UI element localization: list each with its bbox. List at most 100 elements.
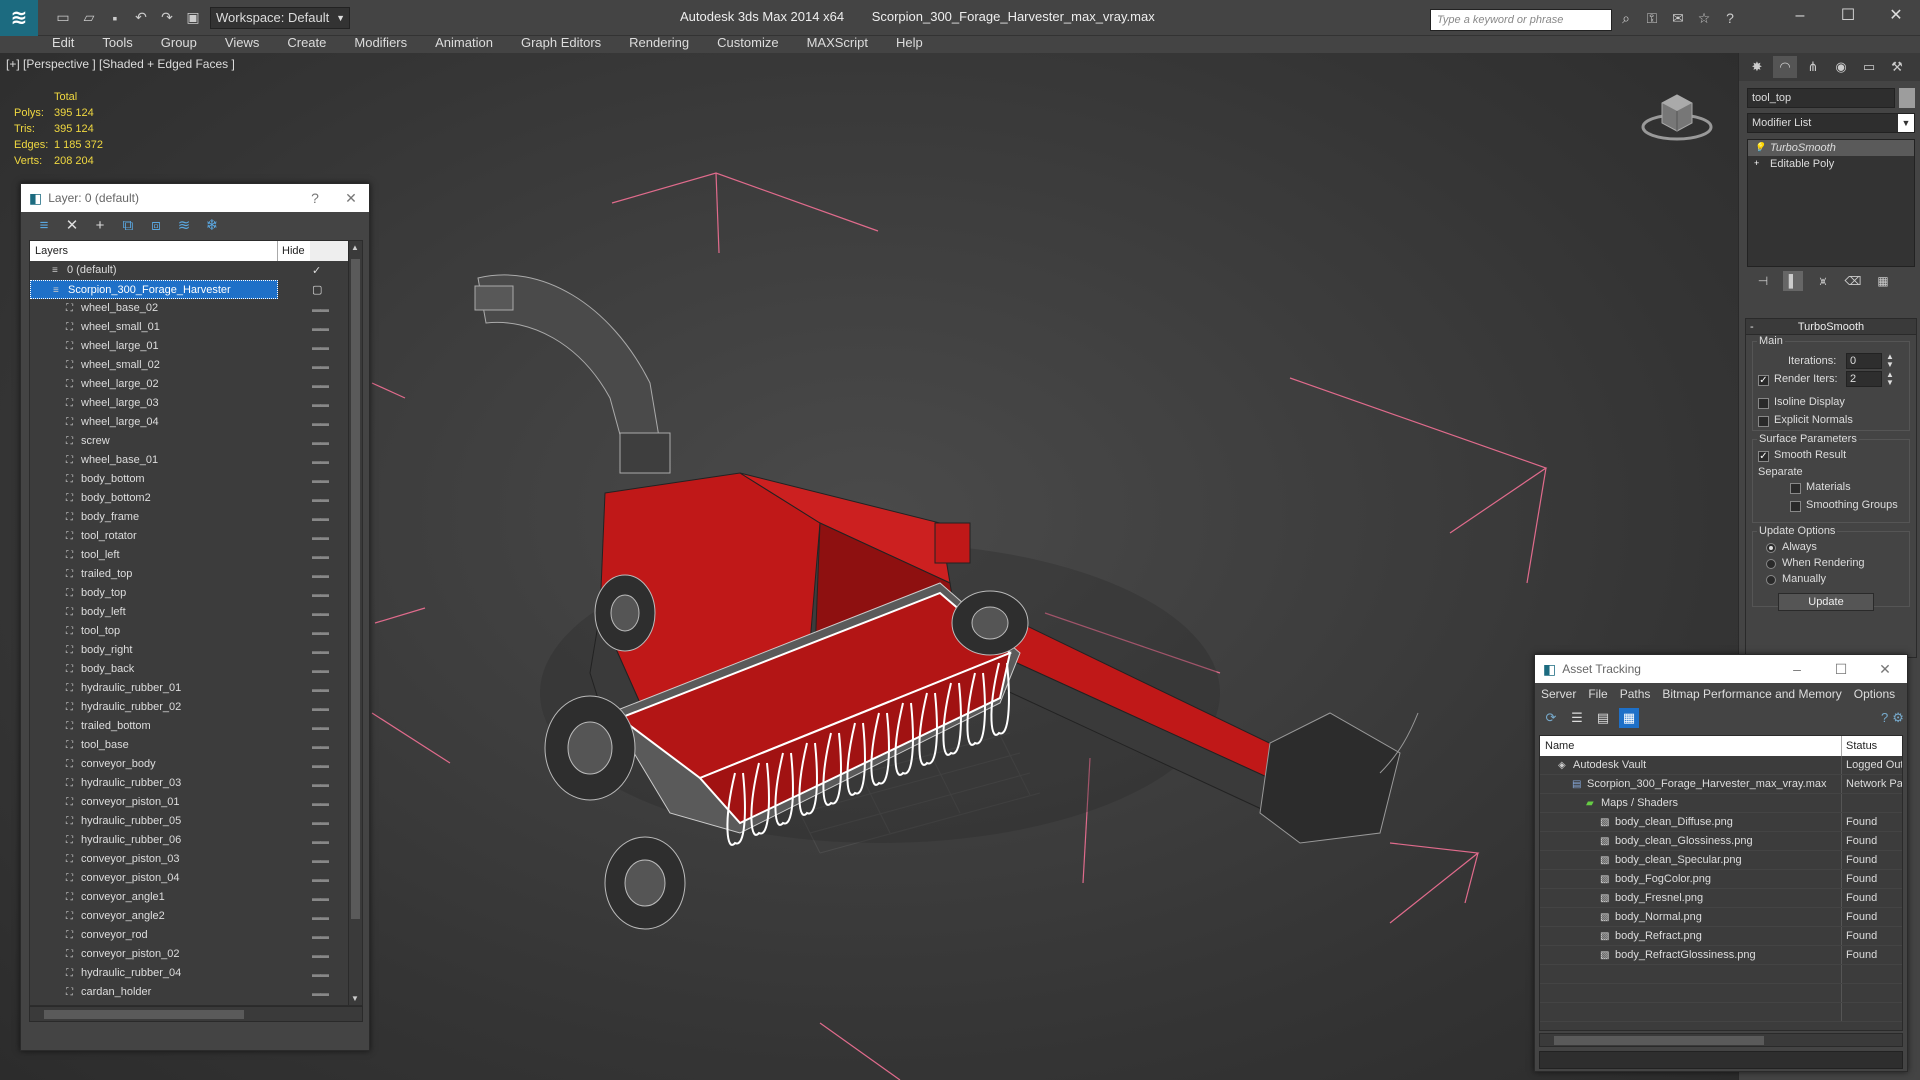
menu-group[interactable]: Group <box>147 35 211 50</box>
object-row[interactable]: ⛶ wheel_large_01 ▬▬ <box>30 337 362 356</box>
highlight-layer-icon[interactable]: ⧈ <box>145 215 167 237</box>
hide-toggle[interactable]: ▬▬ <box>312 570 329 580</box>
hide-toggle[interactable]: ▬▬ <box>312 380 329 390</box>
select-objects-icon[interactable]: ⧉ <box>117 215 139 237</box>
asset-dialog-titlebar[interactable]: ◧ Asset Tracking – ☐ ✕ <box>1535 655 1907 683</box>
hide-toggle[interactable]: ▬▬ <box>312 418 329 428</box>
object-row[interactable]: ⛶ conveyor_piston_02 ▬▬ <box>30 945 362 964</box>
asset-row[interactable]: ▧ body_FogColor.png Found <box>1540 870 1902 889</box>
col-layers[interactable]: Layers <box>30 241 278 261</box>
viewport-label[interactable]: [+] [Perspective ] [Shaded + Edged Faces… <box>6 57 235 71</box>
hide-toggle[interactable]: ▬▬ <box>312 912 329 922</box>
asset-row[interactable]: ▧ body_clean_Glossiness.png Found <box>1540 832 1902 851</box>
hierarchy-tab-icon[interactable]: ⋔ <box>1801 56 1825 78</box>
object-row[interactable]: ⛶ body_bottom ▬▬ <box>30 470 362 489</box>
hide-toggle[interactable]: ▬▬ <box>312 760 329 770</box>
menu-graph-editors[interactable]: Graph Editors <box>507 35 615 50</box>
hide-toggle[interactable]: ▬▬ <box>312 836 329 846</box>
render-iters-spinner[interactable]: 2 <box>1846 371 1882 387</box>
binoculars-icon[interactable]: ⌕ <box>1616 10 1636 30</box>
modifier-stack[interactable]: 💡 TurboSmooth + Editable Poly <box>1747 139 1915 267</box>
freeze-all-icon[interactable]: ❄ <box>201 215 223 237</box>
thumbnail-view-icon[interactable]: ▤ <box>1593 708 1613 728</box>
search-input[interactable]: Type a keyword or phrase <box>1430 9 1612 31</box>
object-row[interactable]: ⛶ conveyor_piston_01 ▬▬ <box>30 793 362 812</box>
object-row[interactable]: ⛶ hydraulic_rubber_06 ▬▬ <box>30 831 362 850</box>
viewcube-icon[interactable] <box>1640 83 1714 143</box>
asset-row[interactable]: ◈ Autodesk Vault Logged Out <box>1540 756 1902 775</box>
scroll-down-icon[interactable]: ▼ <box>351 994 359 1003</box>
manually-radio[interactable] <box>1766 575 1776 585</box>
object-row[interactable]: ⛶ tool_top ▬▬ <box>30 622 362 641</box>
object-row[interactable]: ⛶ conveyor_rod ▬▬ <box>30 926 362 945</box>
layer-row[interactable]: ≡ 0 (default) ✓ <box>30 261 362 280</box>
update-button[interactable]: Update <box>1778 593 1874 611</box>
asset-menu-paths[interactable]: Paths <box>1614 687 1657 701</box>
object-row[interactable]: ⛶ trailed_top ▬▬ <box>30 565 362 584</box>
object-color-swatch[interactable] <box>1899 88 1915 108</box>
hide-toggle[interactable]: ▬▬ <box>312 627 329 637</box>
layer-vertical-scrollbar[interactable]: ▲ ▼ <box>348 241 362 1005</box>
menu-maxscript[interactable]: MAXScript <box>793 35 882 50</box>
hide-toggle[interactable]: ▬▬ <box>312 361 329 371</box>
materials-checkbox[interactable] <box>1790 483 1801 494</box>
layer-row[interactable]: ≡ Scorpion_300_Forage_Harvester ▢ <box>30 280 362 299</box>
layer-horizontal-scrollbar[interactable] <box>29 1006 363 1022</box>
asset-row[interactable]: ▧ body_clean_Specular.png Found <box>1540 851 1902 870</box>
scroll-thumb[interactable] <box>351 259 360 919</box>
asset-row[interactable]: ▧ body_Fresnel.png Found <box>1540 889 1902 908</box>
remove-modifier-icon[interactable]: ⌫ <box>1843 271 1863 291</box>
pin-stack-icon[interactable]: ⊣ <box>1753 271 1773 291</box>
hide-toggle[interactable]: ▬▬ <box>312 532 329 542</box>
hide-toggle[interactable]: ▬▬ <box>312 798 329 808</box>
motion-tab-icon[interactable]: ◉ <box>1829 56 1853 78</box>
object-row[interactable]: ⛶ cardan_holder ▬▬ <box>30 983 362 1002</box>
always-radio[interactable] <box>1766 543 1776 553</box>
minimize-button[interactable]: – <box>1776 0 1824 32</box>
col-name[interactable]: Name <box>1540 736 1842 756</box>
layer-dialog-titlebar[interactable]: ◧ Layer: 0 (default) ? ✕ <box>21 184 369 212</box>
key-icon[interactable]: ⚿ <box>1642 10 1662 30</box>
object-row[interactable]: ⛶ wheel_base_02 ▬▬ <box>30 299 362 318</box>
asset-row[interactable]: ▰ Maps / Shaders <box>1540 794 1902 813</box>
expand-icon[interactable]: + <box>1754 159 1763 168</box>
object-row[interactable]: ⛶ wheel_large_03 ▬▬ <box>30 394 362 413</box>
object-row[interactable]: ⛶ wheel_base_01 ▬▬ <box>30 451 362 470</box>
modifier-list-dropdown[interactable]: Modifier List ▼ <box>1747 113 1915 133</box>
object-row[interactable]: ⛶ hydraulic_rubber_04 ▬▬ <box>30 964 362 983</box>
hscroll-thumb[interactable] <box>1554 1036 1764 1045</box>
layer-list[interactable]: Layers Hide ≡ 0 (default) ✓ ≡ Scorpion_300_F… <box>29 240 363 1006</box>
hide-toggle[interactable]: ▬▬ <box>312 969 329 979</box>
minimize-button[interactable]: – <box>1775 661 1819 677</box>
table-view-icon[interactable]: ▦ <box>1619 708 1639 728</box>
workspace-dropdown[interactable]: Workspace: Default ▼ <box>210 6 350 29</box>
menu-rendering[interactable]: Rendering <box>615 35 703 50</box>
menu-tools[interactable]: Tools <box>88 35 146 50</box>
modifier-stack-item[interactable]: + Editable Poly <box>1748 156 1914 172</box>
help-icon[interactable]: ? <box>1720 10 1740 30</box>
show-end-result-icon[interactable]: ▌ <box>1783 271 1803 291</box>
iterations-spinner[interactable]: 0 <box>1846 353 1882 369</box>
list-view-icon[interactable]: ☰ <box>1567 708 1587 728</box>
hide-toggle[interactable]: ▢ <box>312 283 328 296</box>
close-button[interactable]: ✕ <box>333 190 369 207</box>
object-row[interactable]: ⛶ wheel_small_02 ▬▬ <box>30 356 362 375</box>
col-status[interactable]: Status <box>1842 736 1902 756</box>
object-row[interactable]: ⛶ body_frame ▬▬ <box>30 508 362 527</box>
undo-icon[interactable]: ↶ <box>130 7 152 29</box>
object-row[interactable]: ⛶ wheel_large_04 ▬▬ <box>30 413 362 432</box>
help-icon[interactable]: ? <box>1881 708 1888 728</box>
col-hide[interactable]: Hide <box>278 241 310 261</box>
menu-help[interactable]: Help <box>882 35 937 50</box>
spinner-arrows-icon[interactable]: ▲ ▼ <box>1886 353 1894 369</box>
object-name-field[interactable]: tool_top <box>1747 88 1895 108</box>
asset-menu-bitmap-performance-and-memory[interactable]: Bitmap Performance and Memory <box>1656 687 1847 701</box>
configure-sets-icon[interactable]: ▦ <box>1873 271 1893 291</box>
hide-toggle[interactable]: ▬▬ <box>312 665 329 675</box>
object-row[interactable]: ⛶ body_right ▬▬ <box>30 641 362 660</box>
open-file-icon[interactable]: ▱ <box>78 7 100 29</box>
new-file-icon[interactable]: ▭ <box>52 7 74 29</box>
smoothing-groups-checkbox[interactable] <box>1790 501 1801 512</box>
object-row[interactable]: ⛶ trailed_bottom ▬▬ <box>30 717 362 736</box>
hide-toggle[interactable]: ▬▬ <box>312 703 329 713</box>
